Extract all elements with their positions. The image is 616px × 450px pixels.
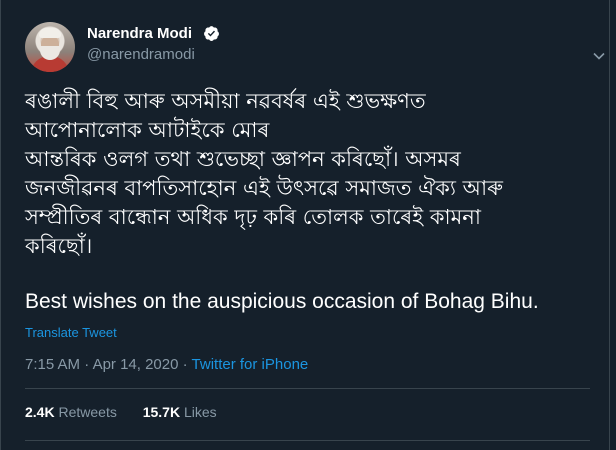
tweet-text-line: কৰিছোঁ। (25, 234, 93, 258)
tweet-text-line: জনজীৱনৰ বাপতিসাহোন এই উৎসৱে সমাজত ঐক্য আ… (25, 176, 503, 200)
tweet-text-line: আপোনালোক আটাইকে মোৰ (25, 118, 270, 142)
tweet-text-assamese: ৰঙালী বিহু আৰু অসমীয়া নৱবৰ্ষৰ এই শুভক্ষ… (25, 87, 595, 261)
likes-stat[interactable]: 15.7K Likes (143, 404, 217, 420)
retweets-count: 2.4K (25, 404, 55, 420)
tweet-text-line: সম্প্ৰীতিৰ বান্ধোন অধিক দৃঢ় কৰি তোলক তা… (25, 205, 481, 229)
author-name[interactable]: Narendra Modi (87, 25, 192, 42)
tweet-card: Narendra Modi @narendramodi ৰঙালী বিহু আ… (0, 0, 610, 450)
tweet-text-line: ৰঙালী বিহু আৰু অসমীয়া নৱবৰ্ষৰ এই শুভক্ষ… (25, 89, 426, 113)
chevron-down-icon[interactable] (592, 49, 606, 63)
tweet-metadata: 7:15 AM · Apr 14, 2020 · Twitter for iPh… (25, 356, 308, 373)
tweet-header: Narendra Modi @narendramodi (25, 22, 605, 74)
retweets-stat[interactable]: 2.4K Retweets (25, 404, 117, 420)
tweet-text-line: আন্তৰিক ওলগ তথা শুভেচ্ছা জ্ঞাপন কৰিছোঁ। … (25, 147, 461, 171)
likes-label: Likes (183, 404, 217, 420)
author-handle[interactable]: @narendramodi (87, 46, 195, 63)
tweet-stats: 2.4K Retweets 15.7K Likes (25, 404, 239, 420)
verified-badge-icon (204, 26, 219, 41)
divider (25, 388, 590, 389)
tweet-time[interactable]: 7:15 AM (25, 356, 80, 373)
retweets-label: Retweets (58, 404, 117, 420)
avatar[interactable] (25, 22, 75, 72)
likes-count: 15.7K (142, 404, 181, 420)
tweet-text-english: Best wishes on the auspicious occasion o… (25, 290, 539, 313)
meta-separator: · (80, 356, 93, 373)
divider (25, 440, 590, 441)
translate-tweet-link[interactable]: Translate Tweet (25, 325, 117, 340)
tweet-date[interactable]: Apr 14, 2020 (93, 356, 179, 373)
tweet-source-link[interactable]: Twitter for iPhone (192, 356, 309, 373)
meta-separator: · (178, 356, 192, 373)
